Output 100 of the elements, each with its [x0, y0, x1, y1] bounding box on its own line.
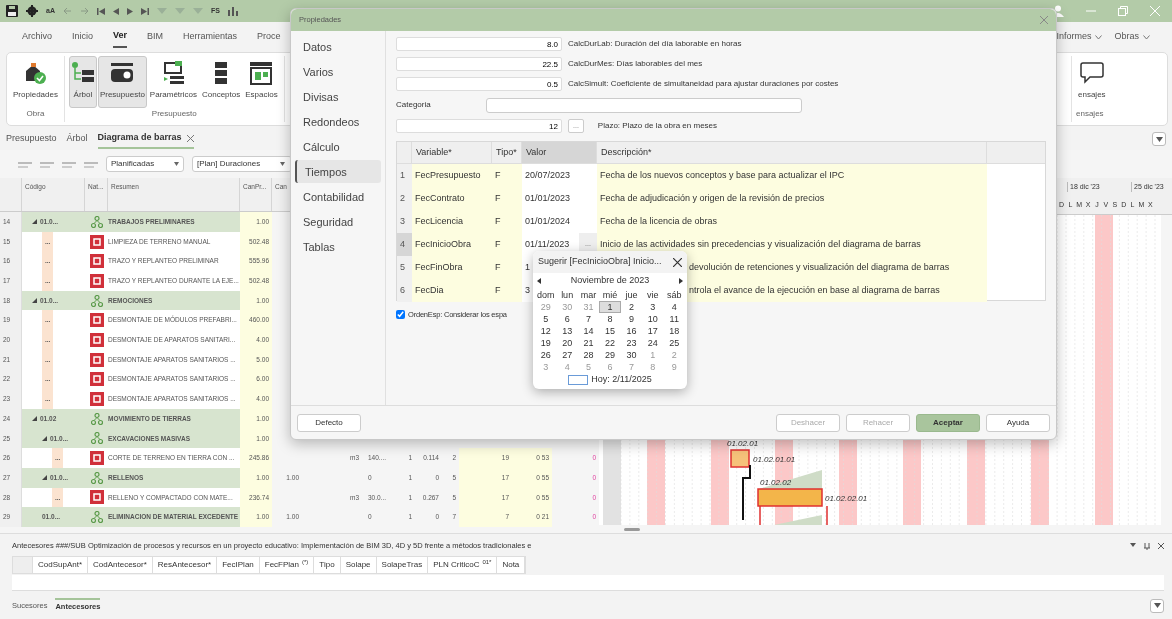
nav-item[interactable]: Redondeos	[295, 110, 381, 133]
calendar-day[interactable]: 11	[663, 313, 685, 325]
calendar-day[interactable]: 27	[556, 349, 578, 361]
nav-item[interactable]: Seguridad	[295, 210, 381, 233]
calendar-day[interactable]: 2	[620, 301, 643, 313]
document-tab[interactable]: Presupuesto	[6, 130, 57, 148]
table-cell[interactable]: 01/11/2023	[525, 237, 570, 252]
nav-item[interactable]: Varios	[295, 60, 381, 83]
close-icon[interactable]	[1158, 542, 1164, 549]
column-header[interactable]: Variable*	[412, 142, 492, 163]
nav-item[interactable]: Cálculo	[295, 135, 381, 158]
row-number: 3	[397, 210, 412, 233]
table-cell[interactable]: 01/01/2024	[525, 214, 571, 229]
nav-item[interactable]: Tablas	[295, 235, 381, 258]
collapse-icon[interactable]	[32, 219, 37, 225]
calendar-day[interactable]: 13	[556, 325, 578, 337]
calendar-day[interactable]: 12	[535, 325, 557, 337]
today-link[interactable]: Hoy: 2/11/2025	[591, 372, 652, 387]
calendar-day[interactable]: 26	[535, 349, 557, 361]
calendar-day[interactable]: 4	[663, 301, 685, 313]
ribbon-button[interactable]: Árbol	[68, 56, 97, 108]
today-marker	[568, 374, 589, 385]
calendar-day[interactable]: 23	[620, 337, 643, 349]
table-cell[interactable]: 3	[525, 283, 530, 298]
ribbon-button[interactable]: Conceptos	[199, 56, 243, 108]
calendar-day[interactable]: 14	[577, 325, 600, 337]
document-tab[interactable]: Árbol	[66, 130, 88, 148]
ribbon-tab[interactable]: Ver	[113, 26, 128, 48]
save-icon[interactable]	[6, 5, 18, 17]
collapse-icon[interactable]	[32, 298, 37, 304]
calendar-day[interactable]: 3	[642, 301, 664, 313]
ribbon-button[interactable]: ensajes	[1076, 56, 1108, 108]
previous-icon[interactable]	[537, 278, 541, 284]
ribbon-tab[interactable]: Herramientas	[183, 27, 238, 47]
nav-item[interactable]: Datos	[295, 35, 381, 58]
column-header[interactable]: Valor	[522, 142, 597, 163]
calendar-day[interactable]: 17	[642, 325, 664, 337]
row-number: 4	[397, 233, 412, 256]
last-icon[interactable]	[140, 7, 149, 15]
calendar-day[interactable]: 18	[663, 325, 685, 337]
settings-icon[interactable]	[26, 5, 38, 17]
input-field[interactable]	[486, 97, 802, 113]
dialog-button[interactable]: Ayuda	[986, 413, 1050, 432]
calendar-day[interactable]: 22	[599, 337, 621, 349]
calendar-day[interactable]: 1	[599, 301, 621, 313]
calendar-day[interactable]: 15	[599, 325, 621, 337]
ribbon-button[interactable]: Propiedades	[11, 56, 60, 108]
collapse-icon[interactable]	[42, 435, 47, 441]
collapse-icon[interactable]	[42, 475, 47, 481]
calendar-day[interactable]: 21	[577, 337, 600, 349]
calendar-day[interactable]: 6	[556, 313, 578, 325]
ribbon-tab[interactable]: Archivo	[22, 27, 52, 47]
close-icon[interactable]	[673, 257, 682, 267]
input-field[interactable]: 0.5	[396, 77, 562, 91]
chart-icon[interactable]	[227, 6, 238, 16]
calendar-day[interactable]: 10	[642, 313, 664, 325]
first-icon[interactable]	[96, 7, 105, 15]
table-cell[interactable]: 01/01/2023	[525, 191, 571, 206]
table-cell[interactable]: 1	[525, 260, 530, 275]
checkbox[interactable]	[396, 310, 405, 320]
calendar-day[interactable]: 19	[535, 337, 557, 349]
dialog-button[interactable]: Defecto	[297, 413, 361, 432]
ribbon-menu[interactable]: Obras	[1114, 30, 1139, 44]
collapse-icon[interactable]	[32, 416, 37, 422]
next-icon[interactable]	[679, 278, 683, 284]
calendar-day[interactable]: 30	[620, 349, 643, 361]
input-field[interactable]: 8.0	[396, 37, 562, 51]
column-header: SolapeTras	[376, 557, 429, 573]
calendar-day[interactable]: 5	[535, 313, 557, 325]
ribbon-button[interactable]: Espacios	[243, 56, 280, 108]
caret-down-icon[interactable]	[1130, 542, 1136, 547]
column-header[interactable]: Descripción*	[597, 142, 987, 163]
input-field[interactable]: 12	[396, 119, 562, 133]
calendar-day[interactable]: 24	[642, 337, 664, 349]
calendar-day[interactable]: 16	[620, 325, 643, 337]
dialog-button[interactable]: Aceptar	[916, 413, 980, 432]
ribbon-button[interactable]: Presupuesto	[97, 56, 147, 108]
calendar-day[interactable]: 25	[663, 337, 685, 349]
nav-item[interactable]: Divisas	[295, 85, 381, 108]
ribbon-button[interactable]: Paramétricos	[147, 56, 199, 108]
document-tab[interactable]: Diagrama de barras	[97, 129, 194, 149]
table-cell[interactable]: 20/07/2023	[525, 168, 571, 183]
scrollbar-thumb[interactable]	[624, 527, 640, 531]
calendar-day[interactable]: 8	[599, 313, 621, 325]
dropdown-button[interactable]	[1150, 598, 1164, 613]
select-field[interactable]: Planificadas	[106, 156, 184, 172]
ribbon-tab[interactable]: Proce	[257, 27, 281, 47]
calendar-day[interactable]: 20	[556, 337, 578, 349]
pin-icon[interactable]	[1144, 542, 1150, 550]
calendar-day[interactable]: 7	[577, 313, 600, 325]
ribbon-menu[interactable]: Informes	[1056, 30, 1092, 44]
calendar-day[interactable]: 29	[599, 349, 621, 361]
calendar-day[interactable]: 28	[577, 349, 600, 361]
nav-item[interactable]: Tiempos	[295, 160, 381, 183]
dropdown-button[interactable]	[1152, 132, 1166, 146]
ribbon-tab[interactable]: Inicio	[72, 27, 94, 47]
select-field[interactable]: [Plan] Duraciones	[192, 156, 292, 172]
calendar-day[interactable]: 9	[620, 313, 643, 325]
input-field[interactable]: 22.5	[396, 57, 562, 71]
ribbon-tab[interactable]: BIM	[147, 27, 164, 47]
